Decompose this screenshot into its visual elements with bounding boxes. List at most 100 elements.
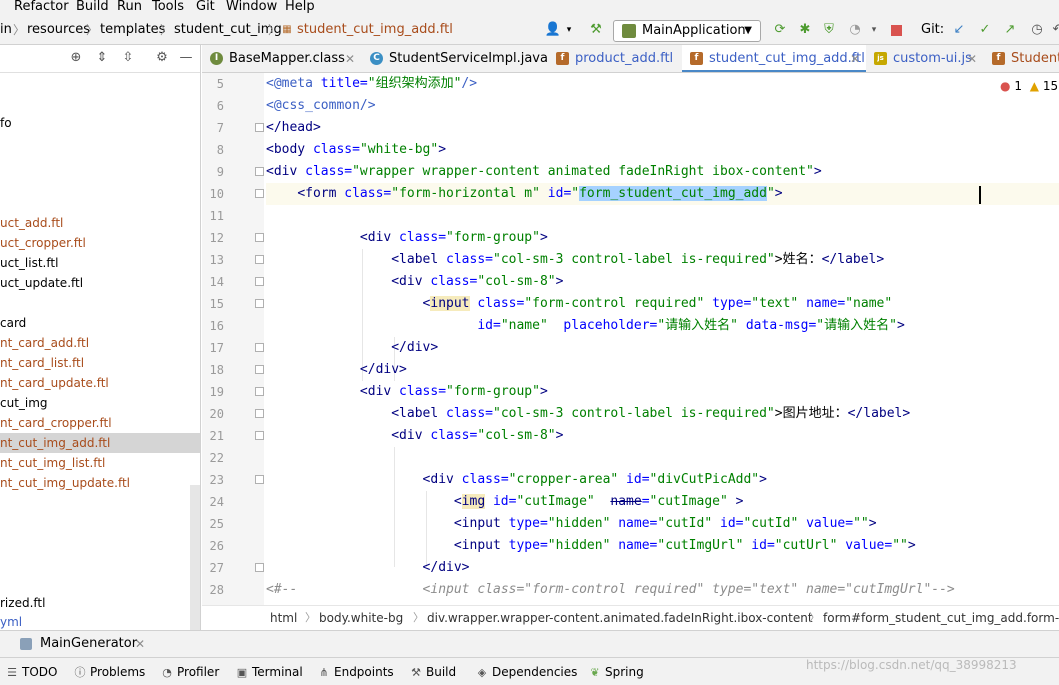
expand-all-icon[interactable]: ⇕ [94, 50, 110, 66]
fold-marker-icon[interactable] [255, 431, 264, 440]
tree-item[interactable]: uct_update.ftl [0, 273, 200, 293]
interface-icon: I [210, 52, 223, 65]
close-icon[interactable]: ✕ [345, 45, 355, 72]
run-configuration-selector[interactable]: MainApplication ▼ [613, 20, 761, 42]
tab-custom-ui-js[interactable]: js custom-ui.js ✕ [866, 45, 984, 72]
tool-window-spring[interactable]: ❦ Spring [589, 664, 643, 681]
tree-item[interactable]: yml [0, 612, 200, 630]
tree-item[interactable]: fo [0, 113, 200, 133]
git-push-icon[interactable]: ↗ [1002, 22, 1018, 38]
breadcrumb-form[interactable]: form#form_student_cut_img_add.form-ho [823, 610, 1059, 626]
fold-marker-icon[interactable] [255, 277, 264, 286]
tree-item[interactable]: nt_card_list.ftl [0, 353, 200, 373]
code-editor[interactable]: 5 6 7 8 9 10 11 12 13 14 15 16 17 18 19 … [202, 73, 1059, 605]
tree-item[interactable]: nt_cut_img_update.ftl [0, 473, 200, 493]
minimize-icon[interactable]: — [178, 50, 194, 66]
code-line: <@css_common/> [266, 98, 376, 113]
tool-window-todo[interactable]: ☰ TODO [6, 664, 57, 681]
code-line: <img id="cutImage" name="cutImage" > [453, 494, 744, 509]
tab-basemapper[interactable]: I BaseMapper.class ✕ [202, 45, 362, 72]
tab-label: BaseMapper.class [229, 51, 345, 66]
fold-marker-icon[interactable] [255, 343, 264, 352]
tool-window-problems[interactable]: ⓘ Problems [74, 664, 146, 681]
class-icon: C [370, 52, 383, 65]
menu-run[interactable]: Run [117, 0, 142, 15]
breadcrumb-item[interactable]: resources [27, 22, 90, 38]
fold-marker-icon[interactable] [255, 255, 264, 264]
tool-window-build[interactable]: ⚒ Build [410, 664, 456, 681]
tab-product-add[interactable]: f product_add.ftl [548, 45, 682, 72]
fold-marker-icon[interactable] [255, 189, 264, 198]
fold-marker-icon[interactable] [255, 365, 264, 374]
run-configuration-label: MainApplication [642, 23, 746, 38]
hammer-icon[interactable]: ⚒ [588, 22, 604, 38]
tree-item-selected[interactable]: nt_cut_img_add.ftl [0, 433, 200, 453]
menu-git[interactable]: Git [196, 0, 215, 15]
rerun-icon[interactable]: ⟳ [772, 22, 788, 38]
tree-item[interactable]: nt_card_update.ftl [0, 373, 200, 393]
breadcrumb-item[interactable]: student_cut_img [174, 22, 282, 38]
run-tab-label[interactable]: MainGenerator [40, 636, 137, 652]
fold-marker-icon[interactable] [255, 123, 264, 132]
ftl-file-icon: ▦ [282, 24, 292, 35]
tree-item[interactable]: nt_card_cropper.ftl [0, 413, 200, 433]
tree-item[interactable]: rized.ftl [0, 593, 200, 613]
close-icon[interactable]: ✕ [850, 45, 860, 72]
fold-marker-icon[interactable] [255, 299, 264, 308]
rollback-icon[interactable]: ↶ [1050, 22, 1059, 38]
menu-tools[interactable]: Tools [152, 0, 184, 15]
gear-icon[interactable]: ⚙ [154, 50, 170, 66]
breadcrumb-div[interactable]: div.wrapper.wrapper-content.animated.fad… [427, 610, 813, 626]
menu-help[interactable]: Help [285, 0, 315, 15]
fold-marker-icon[interactable] [255, 409, 264, 418]
tree-item[interactable]: nt_cut_img_list.ftl [0, 453, 200, 473]
breadcrumb-item[interactable]: templates [100, 22, 165, 38]
close-icon[interactable]: ✕ [135, 636, 145, 652]
tool-window-endpoints[interactable]: ⋔ Endpoints [318, 664, 393, 681]
tool-window-profiler[interactable]: ◔ Profiler [161, 664, 219, 681]
tree-item[interactable]: uct_cropper.ftl [0, 233, 200, 253]
fold-marker-icon[interactable] [255, 387, 264, 396]
menu-window[interactable]: Window [226, 0, 277, 15]
debug-icon[interactable]: ✱ [797, 22, 813, 38]
tab-studentserviceimpl[interactable]: C StudentServiceImpl.java [362, 45, 548, 72]
menu-build[interactable]: Build [76, 0, 109, 15]
coverage-icon[interactable]: ⛨ [821, 22, 837, 38]
stop-icon[interactable] [888, 22, 904, 38]
tab-label: custom-ui.js [893, 51, 972, 66]
close-icon[interactable]: ✕ [967, 45, 977, 72]
hammer-icon: ⚒ [411, 666, 421, 679]
fold-marker-icon[interactable] [255, 233, 264, 242]
fold-marker-icon[interactable] [255, 475, 264, 484]
locate-icon[interactable]: ⊕ [68, 50, 84, 66]
profile-icon[interactable]: ◔ [847, 22, 863, 38]
fold-marker-icon[interactable] [255, 563, 264, 572]
tab-student[interactable]: f Student [984, 45, 1059, 72]
tool-window-dependencies[interactable]: ◈ Dependencies [476, 664, 578, 681]
tree-item[interactable]: nt_card_add.ftl [0, 333, 200, 353]
tab-label: StudentServiceImpl.java [389, 51, 548, 66]
tree-item[interactable]: uct_list.ftl [0, 253, 200, 273]
tab-student-cut-img-add[interactable]: f student_cut_img_add.ftl ✕ [682, 45, 866, 72]
problems-icon: ⓘ [74, 666, 86, 679]
breadcrumb-item[interactable]: in [0, 22, 12, 38]
chevron-down-icon[interactable]: ▾ [561, 22, 577, 38]
git-commit-icon[interactable]: ✓ [977, 22, 993, 38]
user-icon[interactable]: 👤 [545, 22, 561, 38]
collapse-all-icon[interactable]: ⇳ [120, 50, 136, 66]
line-number: 5 [216, 77, 224, 91]
project-scrollbar[interactable] [190, 485, 200, 630]
breadcrumb-current-file[interactable]: student_cut_img_add.ftl [297, 22, 453, 38]
tree-folder[interactable]: card [0, 313, 200, 333]
menu-refactor[interactable]: Refactor [14, 0, 69, 15]
git-update-icon[interactable]: ↙ [951, 22, 967, 38]
fold-marker-icon[interactable] [255, 167, 264, 176]
history-icon[interactable]: ◷ [1029, 22, 1045, 38]
js-file-icon: js [874, 52, 887, 65]
breadcrumb-html[interactable]: html [270, 610, 297, 626]
tool-window-terminal[interactable]: ▣ Terminal [236, 664, 303, 681]
chevron-down-icon[interactable]: ▾ [866, 22, 882, 38]
tree-item[interactable]: uct_add.ftl [0, 213, 200, 233]
tree-folder[interactable]: cut_img [0, 393, 200, 413]
breadcrumb-body[interactable]: body.white-bg [319, 610, 403, 626]
